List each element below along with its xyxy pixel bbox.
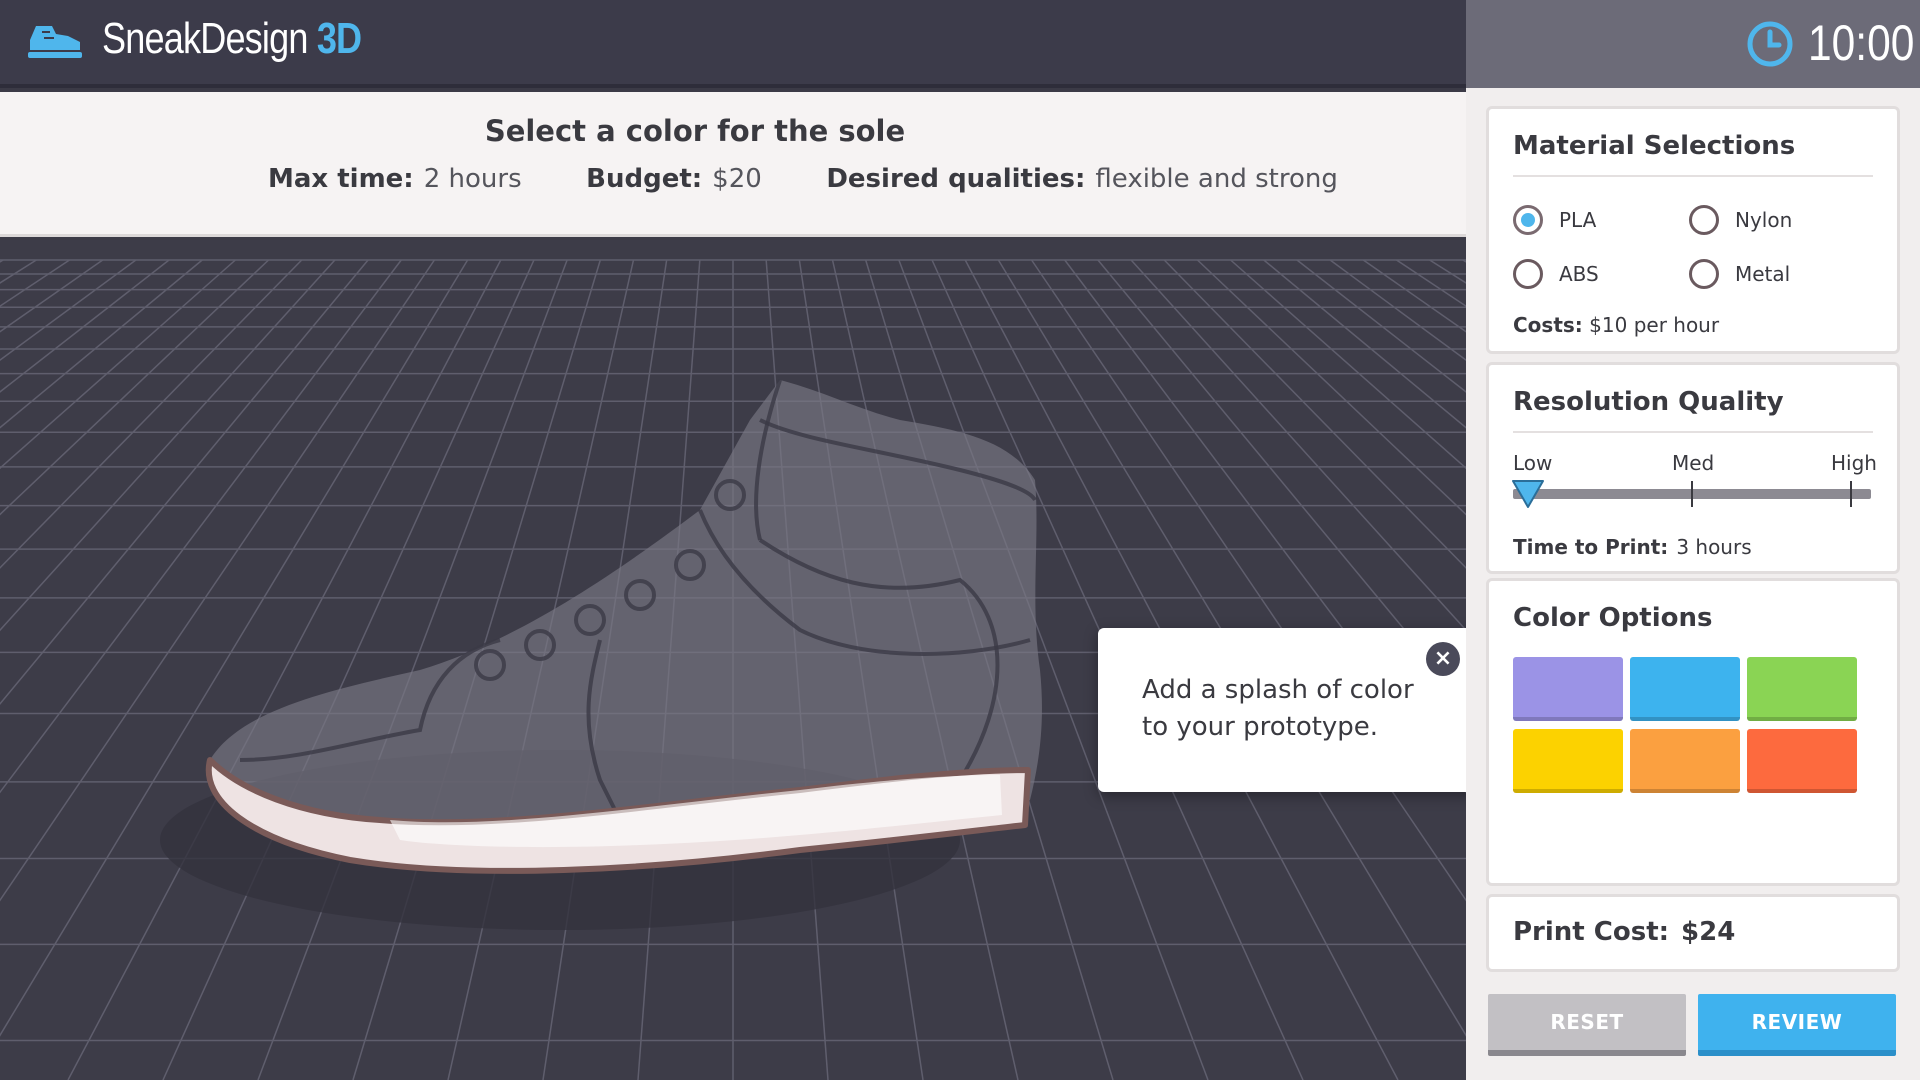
- color-swatch[interactable]: [1630, 729, 1740, 793]
- qualities-value: flexible and strong: [1095, 164, 1338, 194]
- resolution-title: Resolution Quality: [1513, 387, 1784, 417]
- print-cost-value: $24: [1681, 917, 1736, 947]
- sneaker-icon: [28, 26, 82, 58]
- color-swatch[interactable]: [1747, 729, 1857, 793]
- color-swatch[interactable]: [1747, 657, 1857, 721]
- task-title: Select a color for the sole: [484, 114, 906, 148]
- material-selections-card: Material Selections PLA Nylon ABS Metal …: [1486, 106, 1900, 354]
- color-swatch[interactable]: [1513, 729, 1623, 793]
- costs-label: Costs:: [1513, 313, 1583, 337]
- time-to-print-value: 3 hours: [1676, 535, 1752, 559]
- slider-thumb[interactable]: [1511, 479, 1545, 509]
- hint-tooltip: Add a splash of color to your prototype.…: [1098, 628, 1496, 792]
- qualities-label: Desired qualities:: [826, 164, 1086, 194]
- radio-pla[interactable]: PLA: [1513, 205, 1596, 235]
- radio-nylon[interactable]: Nylon: [1689, 205, 1792, 235]
- color-options-card: Color Options: [1486, 578, 1900, 886]
- app-header: SneakDesign 3D: [0, 0, 1466, 88]
- tooltip-text: Add a splash of color to your prototype.: [1142, 675, 1414, 742]
- max-time-value: 2 hours: [423, 164, 522, 194]
- radio-dot[interactable]: [1513, 259, 1543, 289]
- brand-title: SneakDesign 3D: [102, 14, 362, 64]
- max-time-label: Max time:: [268, 164, 414, 194]
- task-bar: Select a color for the sole Max time: 2 h…: [0, 92, 1466, 237]
- radio-dot[interactable]: [1689, 205, 1719, 235]
- print-cost-label: Print Cost:: [1513, 917, 1670, 947]
- resolution-quality-card: Resolution Quality Low Med High Time to …: [1486, 362, 1900, 574]
- level-low: Low: [1513, 451, 1553, 475]
- brand-name: SneakDesign: [102, 14, 308, 63]
- slider-tick-med: [1691, 481, 1693, 507]
- close-icon[interactable]: ×: [1426, 642, 1460, 676]
- material-title: Material Selections: [1513, 131, 1796, 161]
- reset-button[interactable]: RESET: [1488, 994, 1686, 1056]
- timer-area: 10:00: [1466, 0, 1920, 88]
- review-button[interactable]: REVIEW: [1698, 994, 1896, 1056]
- clock-icon: [1747, 21, 1793, 67]
- radio-dot[interactable]: [1513, 205, 1543, 235]
- print-cost: Print Cost: $24: [1513, 917, 1735, 947]
- radio-metal[interactable]: Metal: [1689, 259, 1790, 289]
- time-to-print-label: Time to Print:: [1513, 535, 1669, 559]
- slider-tick-high: [1850, 481, 1852, 507]
- material-costs: Costs: $10 per hour: [1513, 313, 1719, 337]
- color-swatch[interactable]: [1630, 657, 1740, 721]
- color-options-title: Color Options: [1513, 603, 1713, 633]
- brand-suffix: 3D: [316, 14, 362, 63]
- radio-label: ABS: [1559, 262, 1599, 286]
- time-to-print: Time to Print: 3 hours: [1513, 535, 1752, 559]
- radio-label: PLA: [1559, 208, 1597, 232]
- settings-panel: Material Selections PLA Nylon ABS Metal …: [1466, 88, 1920, 1080]
- color-swatch[interactable]: [1513, 657, 1623, 721]
- radio-label: Nylon: [1735, 208, 1793, 232]
- radio-abs[interactable]: ABS: [1513, 259, 1599, 289]
- radio-label: Metal: [1735, 262, 1791, 286]
- budget-label: Budget:: [586, 164, 703, 194]
- costs-value: $10 per hour: [1589, 313, 1720, 337]
- print-cost-card: Print Cost: $24: [1486, 894, 1900, 972]
- task-requirements: Max time: 2 hours Budget: $20 Desired qual…: [268, 164, 1338, 194]
- level-high: High: [1831, 451, 1877, 475]
- level-med: Med: [1672, 451, 1715, 475]
- budget-value: $20: [712, 164, 762, 194]
- radio-dot[interactable]: [1689, 259, 1719, 289]
- timer-text: 10:00: [1808, 15, 1915, 71]
